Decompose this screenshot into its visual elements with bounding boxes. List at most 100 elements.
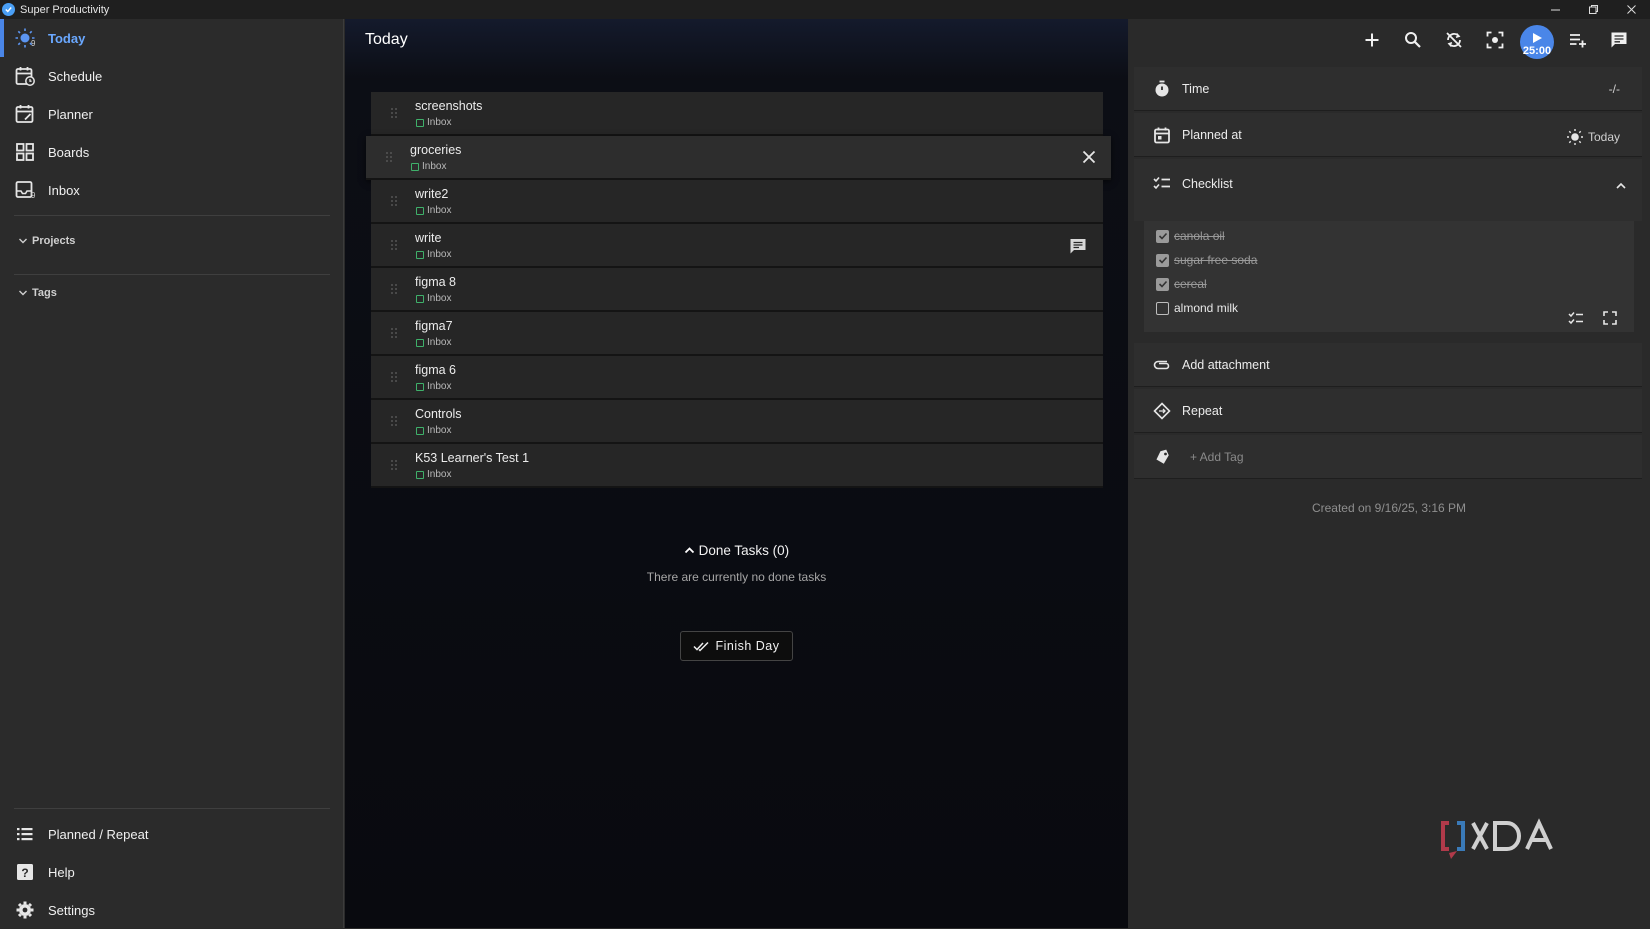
drag-handle-icon[interactable] <box>390 239 398 251</box>
drag-handle-icon[interactable] <box>390 459 398 471</box>
drag-handle-icon[interactable] <box>390 107 398 119</box>
inbox-count-badge: 9 <box>31 191 36 200</box>
sidebar-item-settings[interactable]: Settings <box>0 891 344 929</box>
note-icon[interactable] <box>1069 237 1087 255</box>
task-title[interactable]: groceries <box>410 143 461 157</box>
sync-off-icon[interactable] <box>1444 30 1464 50</box>
sidebar-item-help[interactable]: ? Help <box>0 853 344 891</box>
app-logo-icon <box>2 3 15 16</box>
checkbox-unchecked-icon[interactable] <box>1156 301 1169 315</box>
task-row[interactable]: K53 Learner's Test 1 Inbox <box>371 444 1103 488</box>
notes-icon[interactable] <box>1609 30 1629 50</box>
minimize-button[interactable] <box>1536 0 1574 19</box>
repeat-label: Repeat <box>1182 404 1223 418</box>
checklist-header[interactable]: Checklist <box>1134 159 1642 221</box>
task-title[interactable]: K53 Learner's Test 1 <box>415 451 529 465</box>
drag-handle-icon[interactable] <box>390 415 398 427</box>
sidebar-item-inbox[interactable]: 9 Inbox <box>0 171 344 209</box>
repeat-row[interactable]: Repeat <box>1134 389 1642 433</box>
time-estimate-row[interactable]: Time -/- <box>1134 67 1642 111</box>
search-icon[interactable] <box>1403 30 1423 50</box>
task-title[interactable]: figma 8 <box>415 275 456 289</box>
inbox-tag-icon <box>416 426 424 435</box>
task-row[interactable]: figma7 Inbox <box>371 312 1103 356</box>
chevron-up-icon[interactable] <box>1614 179 1628 193</box>
task-title[interactable]: Controls <box>415 407 462 421</box>
sidebar-item-boards[interactable]: Boards <box>0 133 344 171</box>
checklist-icon <box>1153 176 1170 190</box>
today-count-badge: 9 <box>31 39 36 48</box>
time-value: -/- <box>1608 82 1620 96</box>
planned-at-row[interactable]: Planned at Today <box>1134 113 1642 157</box>
focus-mode-icon[interactable] <box>1485 30 1505 50</box>
task-row[interactable]: write Inbox <box>371 224 1103 268</box>
tags-section-toggle[interactable]: Tags <box>18 287 57 299</box>
done-tasks-toggle[interactable]: Done Tasks (0) <box>345 543 1128 558</box>
inbox-tag-icon <box>416 250 424 259</box>
checklist-item[interactable]: canola oil <box>1156 229 1225 243</box>
gear-icon <box>16 901 34 919</box>
add-tag-label: + Add Tag <box>1190 450 1244 464</box>
drag-handle-icon[interactable] <box>390 283 398 295</box>
task-project-tag: Inbox <box>416 469 451 480</box>
add-to-list-icon[interactable] <box>1568 30 1588 50</box>
repeat-icon <box>1153 402 1171 420</box>
add-icon[interactable] <box>1362 30 1382 50</box>
task-project-tag: Inbox <box>416 381 451 392</box>
add-attachment-row[interactable]: Add attachment <box>1134 343 1642 387</box>
task-tag-label: Inbox <box>427 425 452 436</box>
task-title[interactable]: write2 <box>415 187 448 201</box>
checklist-label: Checklist <box>1182 177 1233 191</box>
task-title[interactable]: write <box>415 231 441 245</box>
checkbox-checked-icon[interactable] <box>1156 229 1169 243</box>
task-row[interactable]: groceries Inbox <box>366 136 1111 180</box>
checkbox-checked-icon[interactable] <box>1156 277 1169 291</box>
task-row[interactable]: figma 8 Inbox <box>371 268 1103 312</box>
checklist-item[interactable]: cereal <box>1156 277 1207 291</box>
finish-day-label: Finish Day <box>715 639 780 653</box>
task-project-tag: Inbox <box>411 161 446 172</box>
sidebar-item-planner[interactable]: Planner <box>0 95 344 133</box>
play-icon <box>1533 33 1542 43</box>
projects-section-toggle[interactable]: Projects <box>18 235 75 247</box>
close-icon[interactable] <box>1081 149 1097 165</box>
drag-handle-icon[interactable] <box>390 327 398 339</box>
task-tag-label: Inbox <box>427 381 452 392</box>
drag-handle-icon[interactable] <box>385 151 393 163</box>
drag-handle-icon[interactable] <box>390 195 398 207</box>
chevron-down-icon <box>19 290 27 296</box>
task-detail-panel: Time -/- Planned at Today Checklist cano… <box>1128 61 1650 928</box>
task-title[interactable]: figma 6 <box>415 363 456 377</box>
checklist-edit-icon[interactable] <box>1568 310 1584 326</box>
planner-icon <box>15 105 34 123</box>
task-row[interactable]: figma 6 Inbox <box>371 356 1103 400</box>
timer-display: 25:00 <box>1522 45 1552 57</box>
sidebar-item-schedule[interactable]: Schedule <box>0 57 344 95</box>
checklist-item[interactable]: almond milk <box>1156 301 1238 315</box>
drag-handle-icon[interactable] <box>390 371 398 383</box>
task-row[interactable]: screenshots Inbox <box>371 92 1103 136</box>
divider <box>14 274 330 275</box>
sidebar-item-label: Planner <box>48 106 93 122</box>
task-title[interactable]: screenshots <box>415 99 482 113</box>
schedule-icon <box>15 67 35 86</box>
finish-day-button[interactable]: Finish Day <box>680 631 793 661</box>
task-project-tag: Inbox <box>416 117 451 128</box>
checklist-item[interactable]: sugar free soda <box>1156 253 1257 267</box>
fullscreen-icon[interactable] <box>1602 310 1618 326</box>
add-tag-row[interactable]: + Add Tag <box>1134 435 1642 479</box>
restore-button[interactable] <box>1574 0 1612 19</box>
task-row[interactable]: write2 Inbox <box>371 180 1103 224</box>
sidebar-item-planned-repeat[interactable]: Planned / Repeat <box>0 815 344 853</box>
sidebar-item-today[interactable]: 9 Today <box>0 19 344 57</box>
task-tag-label: Inbox <box>427 117 452 128</box>
checkbox-checked-icon[interactable] <box>1156 253 1169 267</box>
task-tag-label: Inbox <box>427 469 452 480</box>
inbox-tag-icon <box>416 382 424 391</box>
task-project-tag: Inbox <box>416 337 451 348</box>
task-row[interactable]: Controls Inbox <box>371 400 1103 444</box>
close-window-button[interactable] <box>1612 0 1650 19</box>
sidebar-item-label: Planned / Repeat <box>48 826 149 842</box>
task-title[interactable]: figma7 <box>415 319 453 333</box>
inbox-tag-icon <box>416 206 424 215</box>
